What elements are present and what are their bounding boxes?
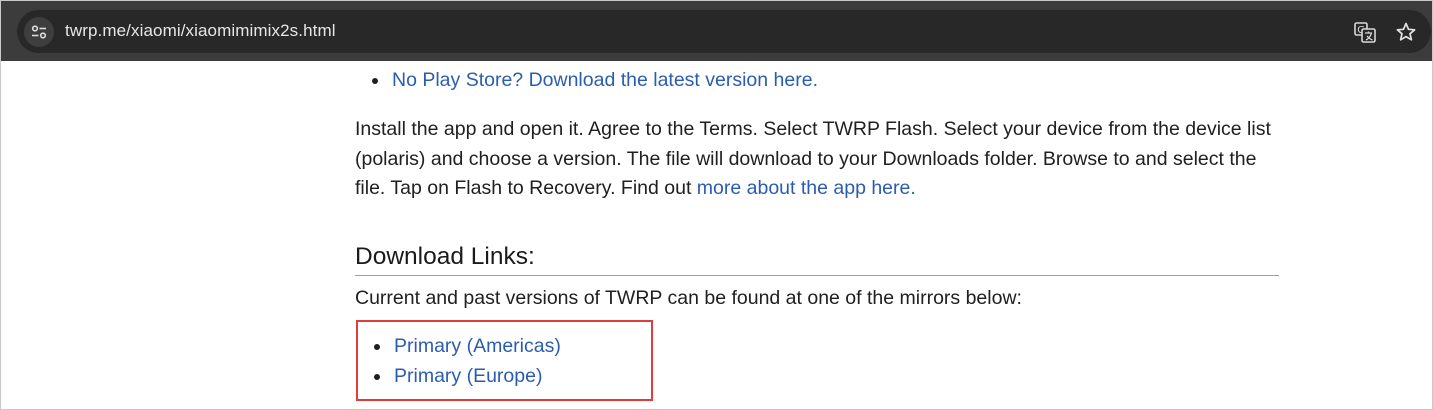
translate-icon: G [1354, 22, 1376, 43]
primary-europe-link[interactable]: Primary (Europe) [394, 365, 542, 387]
app-download-list: No Play Store? Download the latest versi… [355, 65, 818, 95]
list-item: Primary (Americas) [357, 331, 561, 361]
browser-toolbar: twrp.me/xiaomi/xiaomimimix2s.html G [1, 1, 1432, 61]
latest-version-link[interactable]: No Play Store? Download the latest versi… [392, 69, 818, 91]
about-app-link[interactable]: more about the app here. [697, 177, 916, 199]
translate-button[interactable]: G [1352, 19, 1378, 45]
mirror-list: Primary (Americas) Primary (Europe) [357, 331, 561, 391]
tune-icon [31, 25, 47, 39]
bookmark-star-button[interactable] [1393, 19, 1419, 45]
star-icon [1396, 22, 1416, 41]
install-instructions: Install the app and open it. Agree to th… [355, 115, 1285, 204]
site-info-button[interactable] [24, 17, 54, 47]
primary-americas-link[interactable]: Primary (Americas) [394, 335, 561, 357]
mirror-highlight-box: Primary (Americas) Primary (Europe) [356, 320, 653, 401]
url-text[interactable]: twrp.me/xiaomi/xiaomimimix2s.html [65, 21, 336, 41]
browser-window: twrp.me/xiaomi/xiaomimimix2s.html G No P… [0, 0, 1433, 410]
download-links-heading: Download Links: [355, 243, 1279, 276]
list-item: No Play Store? Download the latest versi… [355, 65, 818, 95]
list-item: Primary (Europe) [357, 361, 561, 391]
mirrors-description: Current and past versions of TWRP can be… [355, 287, 1022, 309]
address-bar[interactable]: twrp.me/xiaomi/xiaomimimix2s.html G [17, 10, 1431, 53]
